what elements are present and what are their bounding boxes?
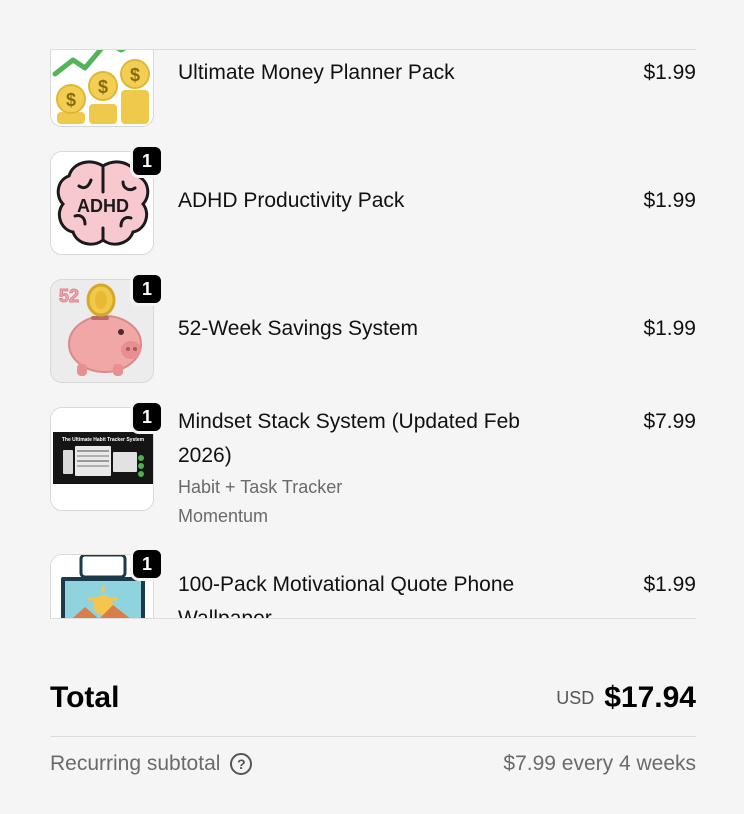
- svg-text:$: $: [98, 77, 108, 97]
- recurring-subtotal-value: $7.99 every 4 weeks: [503, 752, 696, 775]
- thumb-text: ADHD: [77, 196, 129, 216]
- thumb-text: 52: [59, 286, 79, 306]
- product-thumbnail-wrap: $ $ $: [50, 50, 154, 127]
- item-name: 52-Week Savings System: [178, 317, 419, 340]
- total-amount-group: USD $17.94: [556, 681, 696, 715]
- item-name: Ultimate Money Planner Pack: [178, 61, 455, 84]
- item-price: $7.99: [643, 410, 696, 433]
- product-thumbnail-wrap: ADHD 1: [50, 144, 164, 255]
- recurring-subtotal-label: Recurring subtotal: [50, 752, 221, 775]
- item-price: $1.99: [643, 61, 696, 84]
- item-price: $1.99: [643, 317, 696, 340]
- help-icon[interactable]: ?: [230, 753, 253, 775]
- product-thumbnail-wrap: 52 1: [50, 272, 164, 383]
- product-thumbnail-wrap: The Ultimate Habit Tracker System 1: [50, 400, 164, 511]
- item-variant-secondary: Momentum: [178, 506, 269, 526]
- item-title: Mindset Stack System (Updated Feb 2026): [178, 410, 520, 467]
- quantity-badge: 1: [130, 272, 164, 306]
- item-variant: Habit + Task Tracker: [178, 477, 343, 497]
- total-amount: $17.94: [604, 681, 696, 714]
- quantity-badge: 1: [130, 144, 164, 178]
- svg-text:$: $: [130, 65, 140, 85]
- coins-chart-icon: $ $ $: [51, 50, 153, 126]
- item-price: $1.99: [643, 573, 696, 596]
- divider: [50, 736, 696, 737]
- total-label: Total: [50, 681, 120, 714]
- quantity-badge: 1: [130, 547, 164, 581]
- order-summary: $ $ $ Ultimate Money Planner Pack $1.99: [0, 0, 744, 814]
- money-planner-thumbnail: $ $ $: [50, 50, 154, 127]
- thumb-text: The Ultimate Habit Tracker System: [62, 437, 145, 443]
- item-price: $1.99: [643, 189, 696, 212]
- quantity-badge: 1: [130, 400, 164, 434]
- item-name: ADHD Productivity Pack: [178, 189, 405, 212]
- currency-code: USD: [556, 688, 595, 708]
- recurring-subtotal-row: Recurring subtotal ?: [50, 752, 253, 776]
- item-name: Mindset Stack System (Updated Feb 2026) …: [178, 405, 578, 531]
- line-items-list[interactable]: $ $ $ Ultimate Money Planner Pack $1.99: [50, 49, 696, 619]
- product-thumbnail-wrap: 1: [50, 547, 164, 618]
- svg-text:$: $: [66, 90, 76, 110]
- item-name: 100-Pack Motivational Quote Phone Wallpa…: [178, 573, 515, 619]
